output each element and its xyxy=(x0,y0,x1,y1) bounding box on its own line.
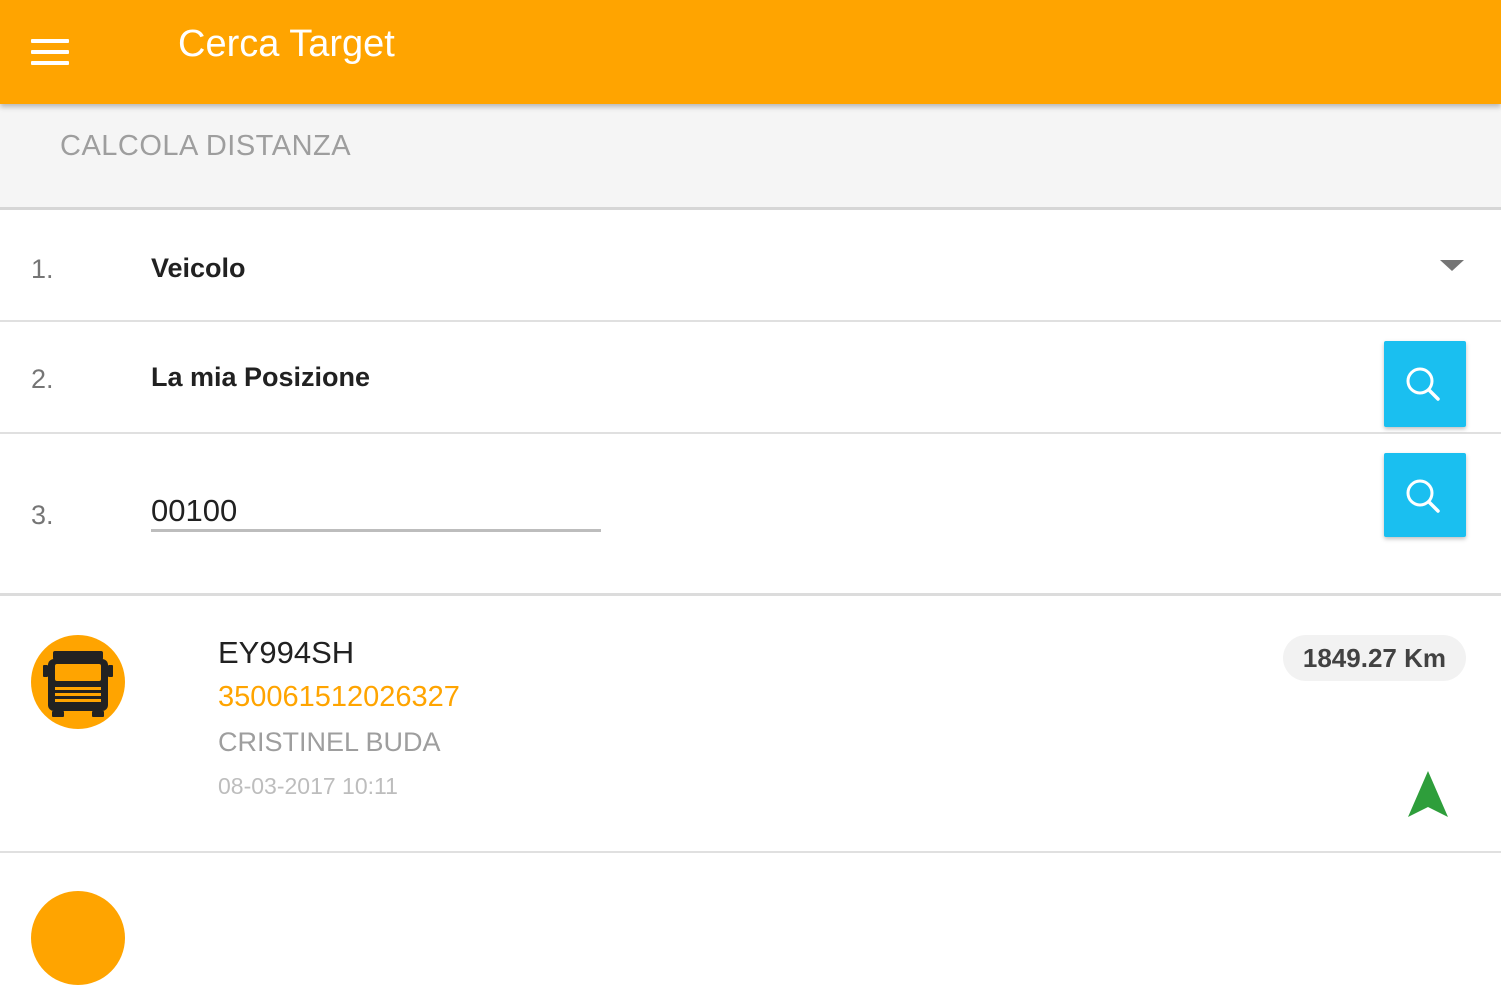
navigation-arrow-icon[interactable] xyxy=(1406,769,1450,819)
row-number: 3. xyxy=(31,500,54,530)
target-input-row: 3. xyxy=(0,434,1501,596)
vehicle-select-value[interactable]: Veicolo xyxy=(151,253,246,284)
row-number: 2. xyxy=(31,364,54,394)
list-item[interactable] xyxy=(0,853,1501,985)
timestamp: 08-03-2017 10:11 xyxy=(218,773,398,799)
row-number: 1. xyxy=(31,254,54,284)
search-icon xyxy=(1406,367,1440,401)
chevron-down-icon[interactable] xyxy=(1440,260,1464,271)
position-value: La mia Posizione xyxy=(151,362,371,392)
page-title: Cerca Target xyxy=(178,23,395,65)
vehicle-select-row[interactable]: 1. Veicolo xyxy=(0,212,1501,322)
vehicle-imei: 350061512026327 xyxy=(218,681,460,713)
tab-calcola-distanza[interactable]: CALCOLA DISTANZA xyxy=(60,130,351,163)
target-input[interactable] xyxy=(151,492,601,532)
driver-name: CRISTINEL BUDA xyxy=(218,727,441,757)
position-search-button[interactable] xyxy=(1384,341,1466,427)
hamburger-menu-icon[interactable] xyxy=(24,30,76,74)
list-item[interactable]: EY994SH 350061512026327 CRISTINEL BUDA 0… xyxy=(0,597,1501,853)
target-search-button[interactable] xyxy=(1384,453,1466,537)
vehicle-plate: EY994SH xyxy=(218,635,355,670)
tab-bar: CALCOLA DISTANZA xyxy=(0,104,1501,210)
truck-icon xyxy=(31,891,125,985)
truck-icon xyxy=(31,635,125,729)
distance-badge: 1849.27 Km xyxy=(1282,635,1466,681)
app-bar: Cerca Target xyxy=(0,0,1501,104)
position-row: 2. La mia Posizione xyxy=(0,322,1501,434)
search-icon xyxy=(1406,479,1440,513)
